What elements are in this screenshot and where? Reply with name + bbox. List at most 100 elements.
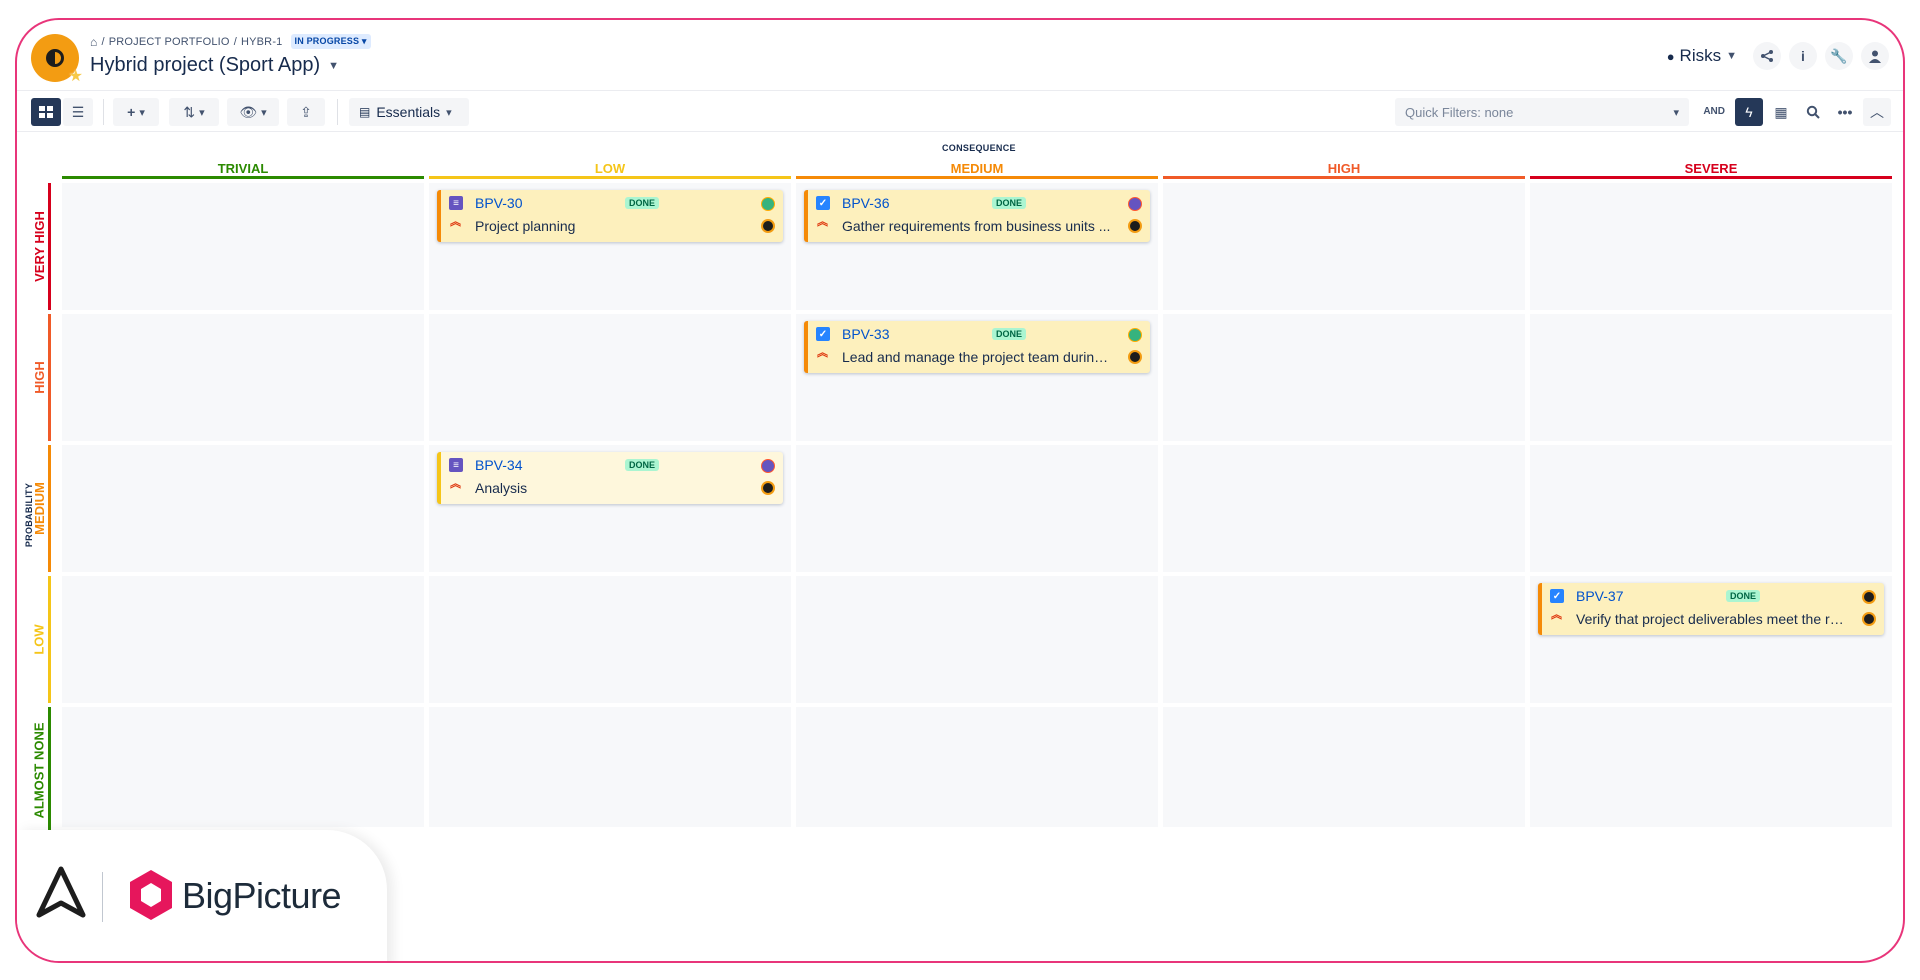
- lightning-button[interactable]: ϟ: [1735, 98, 1763, 126]
- risk-card[interactable]: ✓ BPV-36 DONE ︽ Gather requirements from…: [804, 190, 1150, 242]
- matrix-cell[interactable]: [796, 445, 1158, 572]
- avatar[interactable]: [1862, 612, 1876, 626]
- and-toggle[interactable]: AND: [1703, 106, 1725, 117]
- risk-card[interactable]: ≡ BPV-34 DONE ︽ Analysis: [437, 452, 783, 504]
- brand-logo-panel: BigPicture: [17, 830, 387, 961]
- story-icon: ≡: [449, 458, 463, 472]
- risk-card[interactable]: ✓ BPV-33 DONE ︽ Lead and manage the proj…: [804, 321, 1150, 373]
- matrix-cell[interactable]: [62, 314, 424, 441]
- column-trivial: TRIVIAL: [62, 159, 424, 179]
- column-high: HIGH: [1163, 159, 1525, 179]
- more-button[interactable]: •••: [1831, 98, 1859, 126]
- home-icon[interactable]: ⌂: [90, 35, 97, 49]
- matrix-cell[interactable]: [1530, 445, 1892, 572]
- project-title[interactable]: Hybrid project (Sport App) ▼: [90, 54, 339, 77]
- search-button[interactable]: [1799, 98, 1827, 126]
- row-high: HIGH: [31, 314, 51, 441]
- plus-icon: +: [127, 104, 136, 120]
- breadcrumb-project[interactable]: HYBR-1: [241, 36, 283, 48]
- task-icon: ✓: [1550, 589, 1564, 603]
- appfire-logo-icon: [36, 866, 86, 918]
- status-badge[interactable]: IN PROGRESS ▾: [290, 34, 371, 49]
- half-circle-icon: [46, 49, 64, 67]
- chevron-down-icon: ▾: [261, 106, 267, 119]
- info-icon[interactable]: i: [1789, 42, 1817, 70]
- avatar[interactable]: [761, 197, 775, 211]
- project-avatar[interactable]: ★: [31, 34, 83, 85]
- issue-summary: Lead and manage the project team during …: [842, 349, 1112, 365]
- issue-key[interactable]: BPV-37: [1576, 588, 1623, 604]
- matrix-cell[interactable]: [1163, 576, 1525, 703]
- chevron-up-icon: ︿: [1870, 104, 1884, 120]
- matrix-cell[interactable]: [1163, 445, 1525, 572]
- matrix-cell[interactable]: [1530, 314, 1892, 441]
- avatar[interactable]: [761, 481, 775, 495]
- chevron-down-icon: ▾: [199, 106, 205, 119]
- avatar[interactable]: [761, 219, 775, 233]
- list-view-button[interactable]: ☰: [63, 98, 93, 126]
- column-severe: SEVERE: [1530, 159, 1892, 179]
- status-badge: DONE: [1726, 590, 1761, 602]
- matrix-cell[interactable]: [429, 314, 791, 441]
- matrix-cell[interactable]: [1163, 183, 1525, 310]
- avatar[interactable]: [1128, 219, 1142, 233]
- matrix-cell[interactable]: [429, 576, 791, 703]
- page-title: Hybrid project (Sport App): [90, 54, 321, 76]
- issue-summary: Analysis: [475, 480, 528, 496]
- status-badge: DONE: [625, 197, 660, 209]
- issue-key[interactable]: BPV-30: [475, 195, 522, 211]
- matrix-cell[interactable]: [1530, 183, 1892, 310]
- row-low: LOW: [31, 576, 51, 703]
- app-frame: ★ ⌂ / PROJECT PORTFOLIO / HYBR-1 IN PROG…: [15, 18, 1905, 963]
- priority-high-icon: ︽: [450, 478, 461, 490]
- user-icon[interactable]: [1861, 42, 1889, 70]
- logo-text: BigPicture: [182, 875, 342, 916]
- matrix-cell[interactable]: [796, 707, 1158, 827]
- avatar[interactable]: [1862, 590, 1876, 604]
- matrix-view-button[interactable]: [31, 98, 61, 126]
- priority-high-icon: ︽: [450, 216, 461, 228]
- risks-module-button[interactable]: ● Risks ▼: [1659, 42, 1745, 70]
- view-select[interactable]: ▤ Essentials ▾: [349, 98, 469, 126]
- grid-icon: [39, 106, 53, 118]
- priority-high-icon: ︽: [817, 216, 828, 228]
- matrix-cell[interactable]: [62, 707, 424, 827]
- visibility-button[interactable]: 👁 ▾: [227, 98, 279, 126]
- matrix-cell[interactable]: [62, 445, 424, 572]
- avatar[interactable]: [1128, 328, 1142, 342]
- avatar[interactable]: [1128, 197, 1142, 211]
- chevron-down-icon: ▼: [328, 59, 339, 72]
- collapse-button[interactable]: ︿: [1863, 98, 1891, 126]
- lightning-icon: ϟ: [1745, 104, 1753, 120]
- issue-key[interactable]: BPV-34: [475, 457, 522, 473]
- matrix-cell[interactable]: [62, 576, 424, 703]
- matrix-cell[interactable]: [429, 707, 791, 827]
- risk-card[interactable]: ✓ BPV-37 DONE ︽ Verify that project deli…: [1538, 583, 1884, 635]
- toolbar: ☰ + ▾ ⇅ ▾ 👁 ▾ ⇪ ▤ Essentials ▾ Quick Filter…: [17, 90, 1903, 132]
- chevron-down-icon: ▾: [139, 106, 145, 119]
- consequence-axis-label: CONSEQUENCE: [942, 143, 1016, 153]
- avatar[interactable]: [761, 459, 775, 473]
- matrix-cell[interactable]: [1163, 314, 1525, 441]
- sort-button[interactable]: ⇅ ▾: [169, 98, 219, 126]
- list-icon: ☰: [71, 103, 85, 120]
- share-icon[interactable]: [1753, 42, 1781, 70]
- export-button[interactable]: ⇪: [287, 98, 325, 126]
- matrix-cell[interactable]: [1530, 707, 1892, 827]
- wrench-icon[interactable]: 🔧: [1825, 42, 1853, 70]
- breadcrumb-portfolio[interactable]: PROJECT PORTFOLIO: [109, 36, 230, 48]
- upload-icon: ⇪: [300, 103, 312, 120]
- risk-card[interactable]: ≡ BPV-30 DONE ︽ Project planning: [437, 190, 783, 242]
- avatar[interactable]: [1128, 350, 1142, 364]
- matrix-cell[interactable]: [796, 576, 1158, 703]
- add-button[interactable]: + ▾: [113, 98, 159, 126]
- calendar-icon: ▦: [1774, 103, 1788, 120]
- header-actions: ● Risks ▼ i 🔧: [1659, 42, 1889, 70]
- issue-key[interactable]: BPV-36: [842, 195, 889, 211]
- calendar-button[interactable]: ▦: [1767, 98, 1795, 126]
- matrix-cell[interactable]: [1163, 707, 1525, 827]
- quick-filters-select[interactable]: Quick Filters: none ▾: [1395, 98, 1689, 126]
- matrix-cell[interactable]: [62, 183, 424, 310]
- issue-summary: Project planning: [475, 218, 576, 234]
- issue-key[interactable]: BPV-33: [842, 326, 889, 342]
